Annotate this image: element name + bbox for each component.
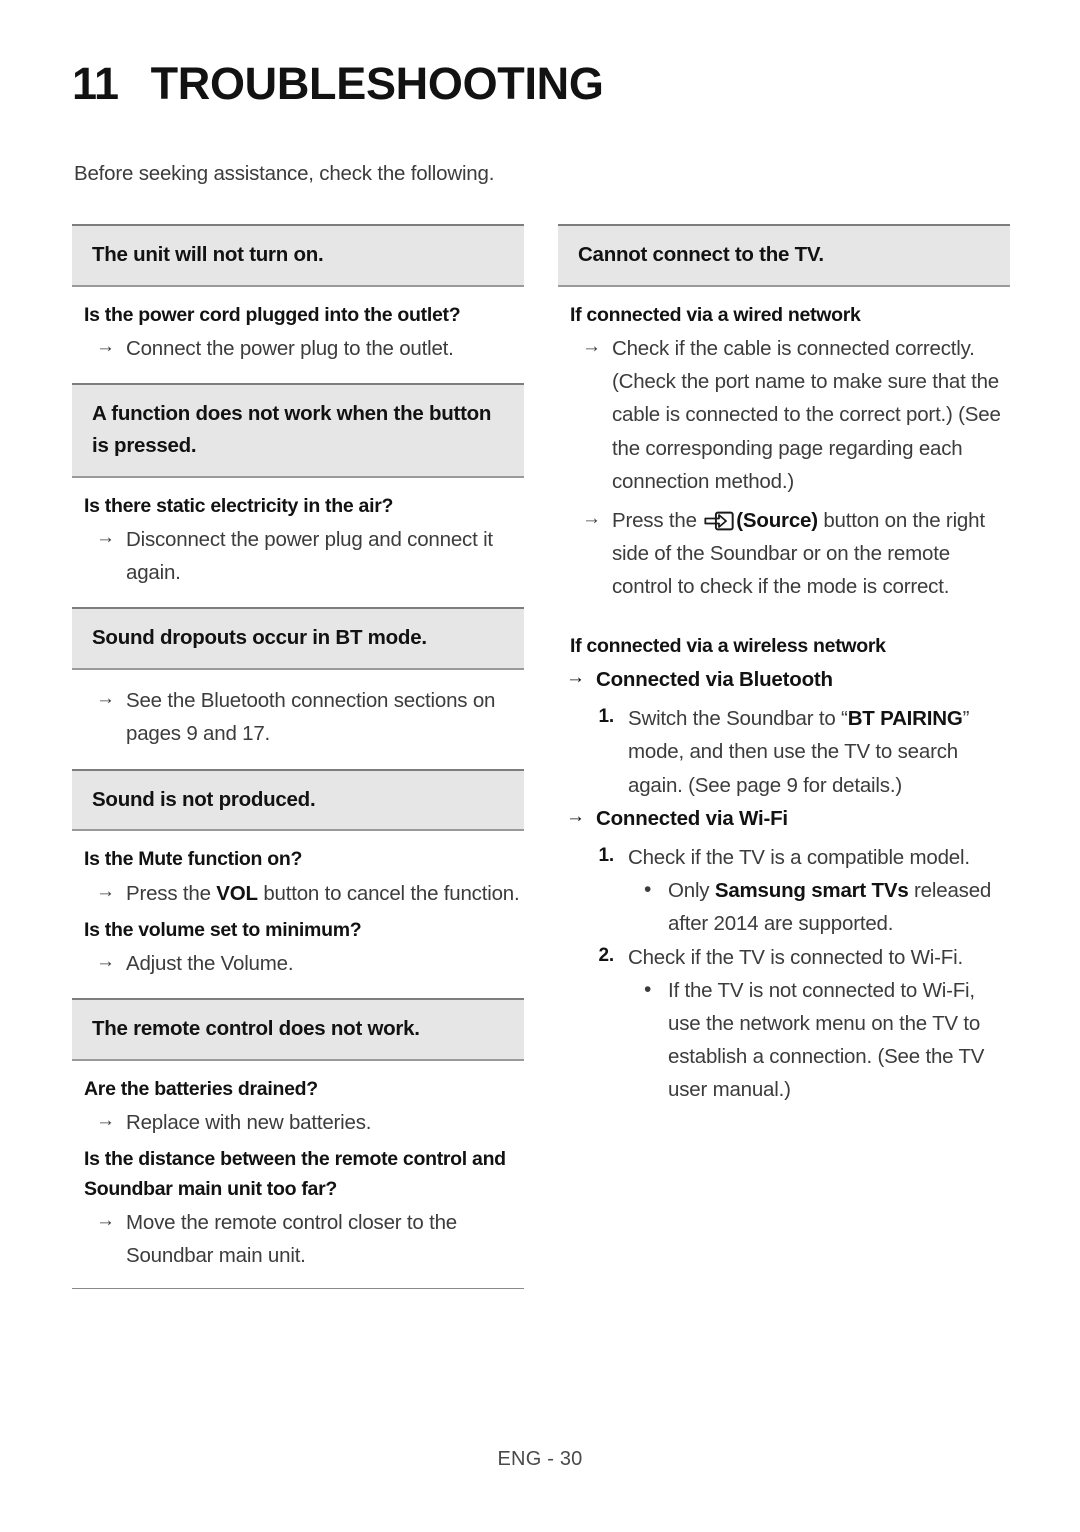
section-heading: Sound dropouts occur in BT mode. bbox=[72, 609, 524, 669]
chapter-number: 11 bbox=[72, 58, 119, 109]
step-number: 1. bbox=[598, 844, 615, 866]
bullet-text-pre: Only bbox=[668, 879, 715, 903]
answer: → Press the VOL button to cancel the func… bbox=[96, 877, 524, 910]
section-body: Is the power cord plugged into the outle… bbox=[72, 287, 524, 383]
question: Is the volume set to minimum? bbox=[84, 918, 362, 941]
bullet-icon: • bbox=[644, 878, 652, 902]
section-body: Is the Mute function on? → Press the VOL … bbox=[72, 831, 524, 998]
section-body: → See the Bluetooth connection sections o… bbox=[72, 670, 524, 768]
wifi-label-text: Connected via Wi-Fi bbox=[596, 806, 788, 830]
answer: → Replace with new batteries. bbox=[96, 1106, 524, 1139]
source-input-icon bbox=[704, 508, 734, 531]
bluetooth-label-text: Connected via Bluetooth bbox=[596, 667, 833, 691]
section-body: If connected via a wired network → Check … bbox=[558, 287, 1010, 1107]
section-body: Are the batteries drained? → Replace with… bbox=[72, 1061, 524, 1272]
section-body: Is there static electricity in the air? … bbox=[72, 478, 524, 608]
answer: → Connect the power plug to the outlet. bbox=[96, 332, 524, 365]
answer: → Adjust the Volume. bbox=[96, 947, 524, 980]
answer-text: Disconnect the power plug and connect it… bbox=[126, 528, 493, 585]
section-heading: Cannot connect to the TV. bbox=[558, 226, 1010, 285]
section-sound-not-produced: Sound is not produced. Is the Mute funct… bbox=[72, 768, 524, 999]
question: Are the batteries drained? bbox=[84, 1078, 318, 1101]
chapter-title: TROUBLESHOOTING bbox=[150, 58, 604, 109]
arrow-icon: → bbox=[96, 880, 115, 902]
arrow-icon: → bbox=[96, 688, 115, 710]
question: Is the Mute function on? bbox=[84, 848, 303, 871]
answer-text: Replace with new batteries. bbox=[126, 1111, 372, 1135]
wired-answer-2-bold: (Source) bbox=[736, 509, 818, 533]
arrow-icon: → bbox=[582, 336, 601, 358]
answer-text: See the Bluetooth connection sections on… bbox=[126, 689, 496, 746]
intro-text: Before seeking assistance, check the fol… bbox=[74, 162, 495, 185]
step-number: 2. bbox=[598, 944, 615, 966]
wifi-step-2: 2. Check if the TV is connected to Wi-Fi. bbox=[592, 941, 1010, 974]
bullet-text-pre: If the TV is not connected to Wi-Fi, use… bbox=[668, 978, 985, 1102]
section-heading: A function does not work when the button… bbox=[72, 385, 524, 476]
answer-text: Adjust the Volume. bbox=[126, 952, 294, 976]
bluetooth-step-1: 1. Switch the Soundbar to “BT PAIRING” mo… bbox=[592, 702, 1010, 802]
arrow-icon: → bbox=[566, 805, 585, 827]
answer-text-bold: VOL bbox=[216, 881, 258, 905]
bullet-text-bold: Samsung smart TVs bbox=[714, 879, 909, 903]
arrow-icon: → bbox=[582, 508, 601, 530]
step-text-bold: BT PAIRING bbox=[847, 707, 963, 731]
question: Is the distance between the remote contr… bbox=[84, 1148, 506, 1200]
wifi-step-2-bullet: • If the TV is not connected to Wi-Fi, us… bbox=[640, 974, 1010, 1107]
bullet-icon: • bbox=[644, 977, 652, 1001]
step-text-pre: Switch the Soundbar to “ bbox=[628, 707, 848, 731]
step-number: 1. bbox=[598, 706, 615, 728]
connected-via-bluetooth-label: → Connected via Bluetooth bbox=[566, 663, 1010, 696]
arrow-icon: → bbox=[96, 951, 115, 973]
wifi-step-1-bullet: • Only Samsung smart TVs released after 2… bbox=[640, 874, 1010, 940]
step-text: Check if the TV is connected to Wi-Fi. bbox=[628, 945, 963, 969]
question: Is the power cord plugged into the outle… bbox=[84, 303, 461, 326]
answer-text: Connect the power plug to the outlet. bbox=[126, 337, 454, 361]
wired-network-title: If connected via a wired network bbox=[570, 303, 861, 326]
section-remote-does-not-work: The remote control does not work. Are th… bbox=[72, 998, 524, 1290]
answer: → Disconnect the power plug and connect i… bbox=[96, 523, 524, 589]
section-sound-dropouts-bt: Sound dropouts occur in BT mode. → See th… bbox=[72, 607, 524, 768]
wired-answer-2-pre: Press the bbox=[612, 509, 703, 533]
question: Is there static electricity in the air? bbox=[84, 494, 394, 517]
wired-answer-2: → Press the (Source) button on the right … bbox=[582, 504, 1010, 604]
page: 11 TROUBLESHOOTING Before seeking assist… bbox=[0, 0, 1080, 1532]
section-cannot-connect-to-tv: Cannot connect to the TV. If connected v… bbox=[558, 224, 1010, 1107]
section-closing-rule bbox=[72, 1288, 524, 1290]
wireless-network-title: If connected via a wireless network bbox=[570, 634, 886, 657]
section-function-does-not-work: A function does not work when the button… bbox=[72, 383, 524, 607]
wifi-step-1: 1. Check if the TV is a compatible model. bbox=[592, 841, 1010, 874]
answer: → Move the remote control closer to the S… bbox=[96, 1206, 524, 1272]
connected-via-wifi-label: → Connected via Wi-Fi bbox=[566, 802, 1010, 835]
right-column: Cannot connect to the TV. If connected v… bbox=[558, 224, 1010, 1107]
wired-answer-1-text: Check if the cable is connected correctl… bbox=[612, 337, 1001, 493]
answer-text-pre: Press the bbox=[126, 881, 217, 905]
step-text: Check if the TV is a compatible model. bbox=[628, 845, 970, 869]
answer-text-post: button to cancel the function. bbox=[257, 881, 520, 905]
answer: → See the Bluetooth connection sections o… bbox=[96, 684, 524, 750]
wired-answer-1: → Check if the cable is connected correct… bbox=[582, 332, 1010, 498]
section-heading: Sound is not produced. bbox=[72, 770, 524, 830]
section-heading: The unit will not turn on. bbox=[72, 226, 524, 285]
arrow-icon: → bbox=[96, 527, 115, 548]
answer-text: Move the remote control closer to the So… bbox=[126, 1210, 458, 1268]
left-column: The unit will not turn on. Is the power … bbox=[72, 224, 524, 1290]
arrow-icon: → bbox=[96, 336, 115, 358]
arrow-icon: → bbox=[96, 1110, 115, 1132]
arrow-icon: → bbox=[566, 666, 585, 688]
section-heading: The remote control does not work. bbox=[72, 1000, 524, 1060]
section-unit-will-not-turn-on: The unit will not turn on. Is the power … bbox=[72, 224, 524, 383]
arrow-icon: → bbox=[96, 1209, 115, 1231]
page-title: 11 TROUBLESHOOTING bbox=[72, 58, 604, 110]
page-footer: ENG - 30 bbox=[497, 1448, 583, 1470]
